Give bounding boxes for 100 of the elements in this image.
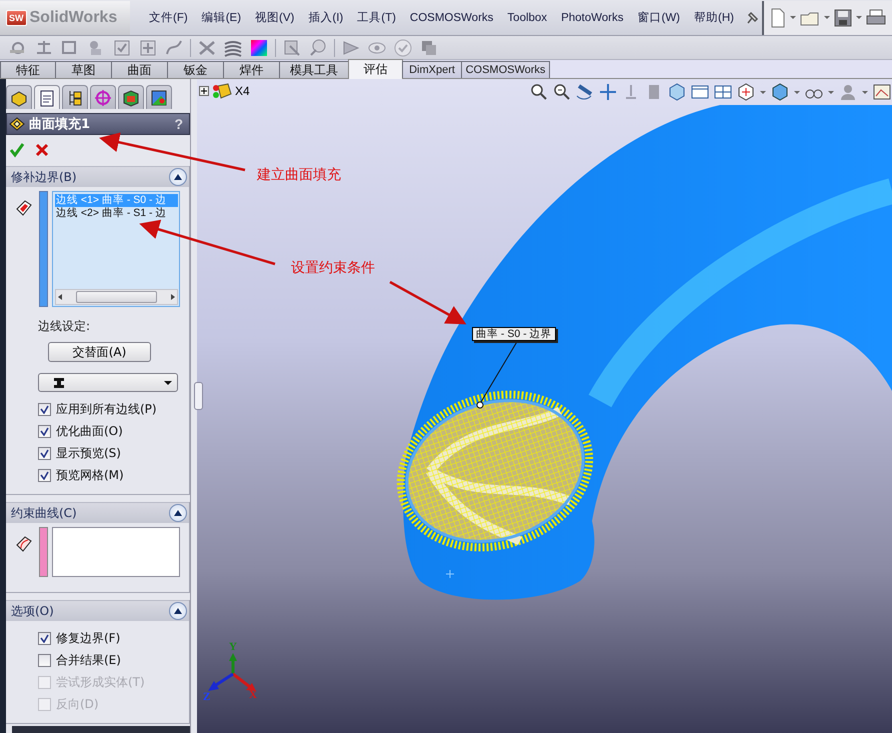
right-arrow-icon[interactable] [169,293,177,301]
command-tab[interactable]: DimXpert [402,61,462,78]
checkbox-label: 合并结果(E) [56,652,121,668]
checkbox[interactable] [38,424,51,438]
caret-icon [163,380,173,386]
new-document-icon[interactable] [770,8,786,28]
caret-icon[interactable] [855,14,863,21]
alternate-face-button[interactable]: 交替面(A) [48,342,151,362]
field-label: 边线设定: [38,318,92,332]
left-arrow-icon[interactable] [56,293,64,301]
shaded-cube-icon[interactable] [770,82,790,102]
up-arrow-icon [173,607,183,615]
tool-icon[interactable] [138,38,158,58]
callout-label: 曲率 - S0 - 边界 [472,327,556,341]
zoom-icon[interactable] [552,82,572,102]
checkbox-label: 显示预览(S) [56,444,121,462]
command-tab[interactable]: COSMOSWorks [461,61,550,78]
checkbox[interactable] [38,654,51,666]
curve-icon [15,535,33,553]
menu-item[interactable]: Toolbox [500,6,554,30]
tool-icon[interactable] [112,38,132,58]
panel-title: 曲面填充1 [29,116,92,133]
save-icon[interactable] [834,8,852,26]
box-icon [121,88,141,108]
menu-item[interactable]: 插入(I) [301,6,350,30]
command-tab[interactable]: 特征 [0,61,56,78]
rotate-icon[interactable] [575,82,595,102]
collapse-button[interactable] [169,168,187,186]
move-icon[interactable] [598,82,618,102]
command-tab[interactable]: 焊件 [223,61,280,78]
cube-icon[interactable] [667,82,687,102]
printer-icon[interactable] [866,8,886,26]
app-logo: SolidWorks [30,8,118,26]
type-dropdown[interactable] [38,373,178,392]
annotation-text: 建立曲面填充 [257,166,341,184]
collapse-button[interactable] [169,504,187,522]
menu-item[interactable]: 文件(F) [142,6,195,30]
command-tab[interactable]: 模具工具 [279,61,349,78]
caret-icon[interactable] [827,88,835,96]
command-tab[interactable]: 曲面 [111,61,168,78]
menu-item[interactable]: 编辑(E) [194,6,248,30]
caret-icon[interactable] [861,88,869,96]
check-icon [40,448,49,458]
checkbox-label: 应用到所有边线(P) [56,400,157,418]
checkbox[interactable] [38,468,51,482]
check-circle-icon[interactable] [393,38,413,58]
command-tab[interactable]: 钣金 [167,61,224,78]
list-item[interactable]: 边线 <2> 曲率 - S1 - 边 [55,207,178,220]
tool-icon[interactable] [282,38,302,58]
manager-tab[interactable] [118,85,144,109]
manager-tab[interactable] [6,85,32,109]
axis-label: X [249,689,257,701]
checkbox-label: 优化曲面(O) [56,422,123,440]
check-icon [40,404,49,414]
up-arrow-icon [173,509,183,517]
command-tab[interactable]: 评估 [348,59,403,79]
axis-triad-drawing [208,653,256,691]
section-title: 修补边界(B) [11,168,77,186]
ok-icon[interactable] [9,142,25,158]
check-icon [40,634,49,642]
checkbox-label: 尝试形成实体(T) [56,674,145,690]
checkbox[interactable] [38,632,51,644]
edge-icon [15,199,33,217]
section-title: 约束曲线(C) [11,504,77,522]
zoom-icon[interactable] [529,82,549,102]
tool-icon[interactable] [308,38,328,58]
part-icon [212,82,232,100]
section-cube-icon[interactable] [736,82,756,102]
menu-item[interactable]: 视图(V) [248,6,302,30]
splitter-handle[interactable] [194,382,203,410]
caret-icon[interactable] [823,14,831,21]
checkbox[interactable] [38,446,51,460]
manager-tab[interactable] [62,85,88,109]
caret-icon[interactable] [759,88,767,96]
manager-tab[interactable] [34,85,60,109]
menu-item[interactable]: 窗口(W) [630,6,688,30]
horizontal-scrollbar[interactable] [55,289,178,305]
menu-item[interactable]: PhotoWorks [554,6,630,30]
help-button[interactable]: ? [174,116,183,132]
picture-frame-icon[interactable] [872,82,892,102]
caret-icon[interactable] [793,88,801,96]
expand-icon[interactable] [199,86,209,96]
menu-item[interactable]: COSMOSWorks [402,6,500,30]
caret-icon[interactable] [789,14,797,21]
collapse-button[interactable] [169,602,187,620]
axis-label: Z [203,691,210,703]
checkbox-label: 预览网格(M) [56,466,124,484]
color-square-icon[interactable] [249,38,269,58]
palette-icon [149,88,169,108]
menu-item[interactable]: 帮助(H) [687,6,741,30]
axis-label: Y [229,641,237,653]
section-title: 选项(O) [11,602,54,620]
annotation-text: 设置约束条件 [291,259,375,277]
command-tab[interactable]: 草图 [55,61,112,78]
manager-tab[interactable] [146,85,172,109]
selection-color-bar [39,527,48,577]
checkbox-label: 修复边界(F) [56,630,120,646]
cancel-icon[interactable] [34,142,50,158]
checkbox[interactable] [38,402,51,416]
menu-item[interactable]: 工具(T) [350,6,403,30]
